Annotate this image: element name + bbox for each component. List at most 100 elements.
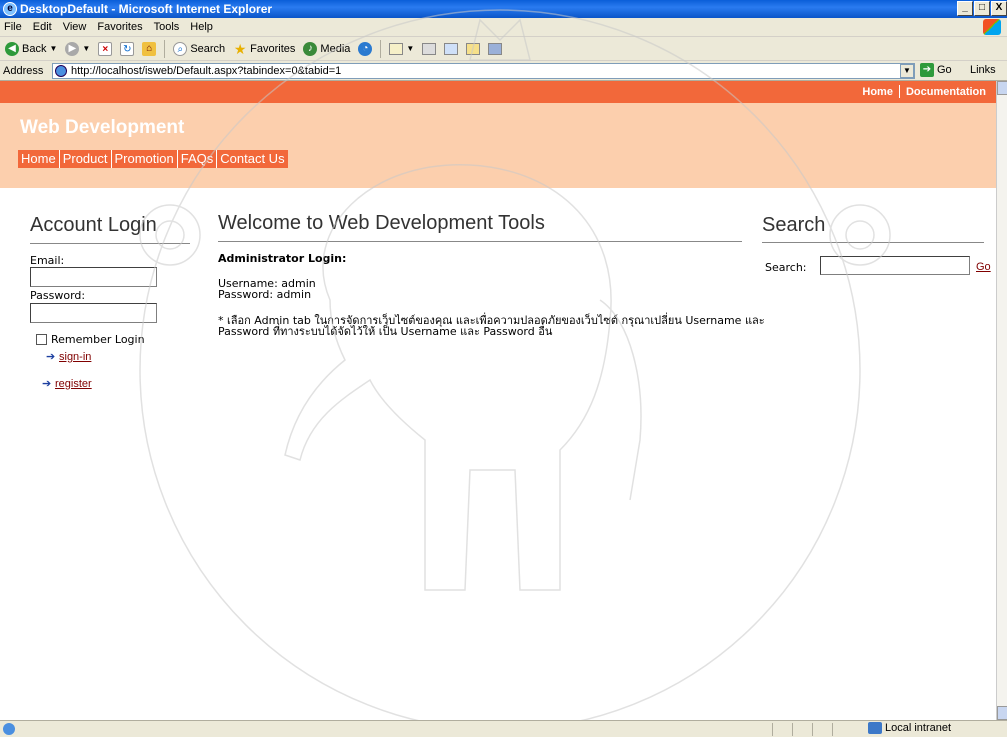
mail-button[interactable]: ▼ [387,42,416,55]
login-title-rule [30,243,190,244]
refresh-icon: ↻ [120,41,135,56]
forward-dropdown-icon[interactable]: ▼ [82,44,90,53]
welcome-title: Welcome to Web Development Tools [218,212,545,234]
menu-bar: File Edit View Favorites Tools Help [0,18,1007,37]
search-input[interactable] [820,256,970,275]
go-button[interactable]: ➔ Go [920,63,952,77]
ie-icon: e [3,2,17,16]
status-pane [812,723,830,736]
back-arrow-icon: ◀ [5,41,19,56]
print-icon [422,42,437,55]
standard-toolbar: ◀ Back ▼ ▶ ▼ × ↻ ⌂ ⌕ Search ★ Favorites … [0,37,1007,61]
sign-in-link[interactable]: sign-in [59,351,91,363]
search-title: Search [762,214,826,236]
mail-icon [389,42,404,55]
address-dropdown-icon[interactable]: ▼ [900,64,914,78]
back-label: Back [22,42,47,55]
mail-dropdown-icon[interactable]: ▼ [406,44,414,53]
forward-button[interactable]: ▶ ▼ [63,41,92,56]
address-bar: Address http://localhost/isweb/Default.a… [0,61,1007,81]
scroll-up-icon[interactable] [997,81,1007,95]
links-button[interactable]: Links [970,64,996,76]
password-text: Password: admin [218,288,312,301]
password-field[interactable] [30,303,157,323]
nav-faqs[interactable]: FAQs [178,150,218,168]
star-icon: ★ [233,40,247,57]
status-pane [772,723,790,736]
top-link-home[interactable]: Home [856,86,899,98]
email-label: Email: [30,254,65,267]
zone-label: Local intranet [885,722,952,734]
refresh-button[interactable]: ↻ [118,41,136,56]
toolbar-separator [380,39,382,58]
welcome-title-rule [218,241,742,242]
admin-login-heading: Administrator Login: [218,252,347,265]
nav-promotion[interactable]: Promotion [112,150,178,168]
forward-arrow-icon: ▶ [65,41,80,56]
menu-edit[interactable]: Edit [29,21,59,33]
page-status-icon [3,723,15,735]
close-button[interactable]: X [991,1,1007,16]
status-pane [832,723,862,736]
register-link[interactable]: register [55,378,92,390]
register-arrow-icon: ➔ [42,378,52,390]
favorites-button[interactable]: ★ Favorites [231,42,297,56]
sign-in-arrow-icon: ➔ [46,351,56,363]
menu-file[interactable]: File [0,21,29,33]
search-go-link[interactable]: Go [976,261,991,273]
edit-icon [444,42,459,55]
discuss-button[interactable] [464,42,482,55]
nav-product[interactable]: Product [60,150,112,168]
messenger-button[interactable] [486,42,504,55]
menu-tools[interactable]: Tools [150,21,187,33]
home-icon: ⌂ [142,41,157,56]
back-dropdown-icon[interactable]: ▼ [49,44,57,53]
address-label: Address [3,64,44,77]
menu-favorites[interactable]: Favorites [93,21,149,33]
history-icon: ◔ [358,41,373,56]
admin-note-line2: Password ที่ทางระบบได้จัดไว้ให้ เป็น Use… [218,325,553,338]
discuss-icon [466,42,481,55]
status-pane [792,723,810,736]
home-button[interactable]: ⌂ [140,41,158,56]
minimize-button[interactable]: _ [957,1,973,16]
windows-logo-icon [983,19,1001,35]
media-icon: ♪ [303,41,318,56]
search-button[interactable]: ⌕ Search [171,41,227,56]
site-top-bar: Home Documentation [0,81,996,103]
search-label: Search [190,42,226,55]
top-link-documentation[interactable]: Documentation [900,86,992,98]
stop-button[interactable]: × [96,41,114,56]
menu-help[interactable]: Help [186,21,220,33]
security-zone: Local intranet [868,722,951,734]
nav-home[interactable]: Home [18,150,60,168]
scroll-down-icon[interactable] [997,706,1007,720]
page-icon [55,65,67,77]
window-title-bar: e DesktopDefault - Microsoft Internet Ex… [0,0,1007,18]
intranet-zone-icon [868,722,882,734]
remember-login-checkbox[interactable] [36,334,47,345]
edit-button[interactable] [442,42,460,55]
page-viewport: Home Documentation Web Development Home … [0,81,996,720]
site-title: Web Development [20,117,185,138]
search-icon: ⌕ [173,41,188,56]
history-button[interactable]: ◔ [356,41,374,56]
go-arrow-icon: ➔ [920,63,934,77]
back-button[interactable]: ◀ Back ▼ [3,41,59,56]
site-top-links: Home Documentation [856,85,992,98]
vertical-scrollbar[interactable] [996,81,1007,720]
print-button[interactable] [420,42,438,55]
status-bar: Local intranet [0,720,1007,737]
address-input[interactable]: http://localhost/isweb/Default.aspx?tabi… [52,63,915,79]
nav-contact-us[interactable]: Contact Us [217,150,287,168]
messenger-icon [488,42,503,55]
address-url: http://localhost/isweb/Default.aspx?tabi… [71,65,342,77]
email-field[interactable] [30,267,157,287]
password-label: Password: [30,289,86,302]
window-title: DesktopDefault - Microsoft Internet Expl… [20,2,273,16]
maximize-button[interactable]: □ [974,1,990,16]
favorites-label: Favorites [250,42,296,55]
media-button[interactable]: ♪ Media [301,41,352,56]
go-label: Go [937,64,952,76]
menu-view[interactable]: View [59,21,94,33]
